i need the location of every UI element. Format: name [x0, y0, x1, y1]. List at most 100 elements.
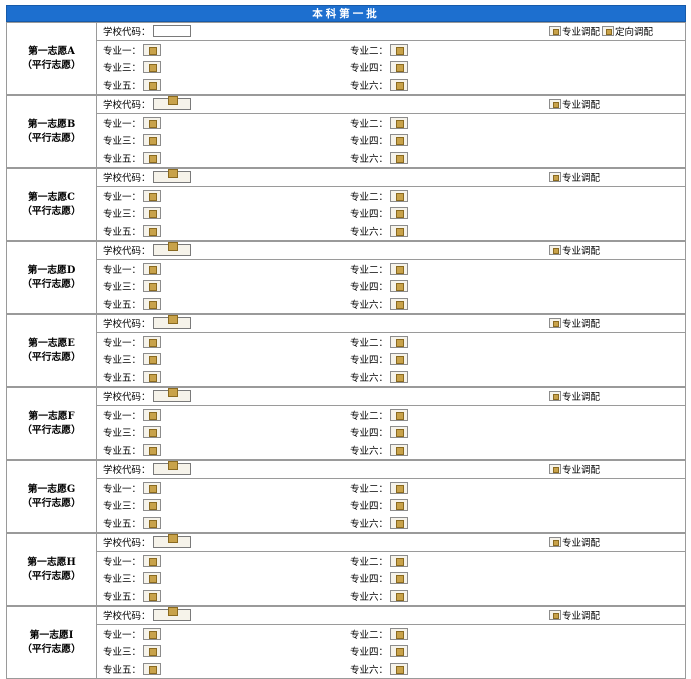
major-select-6[interactable]: [390, 298, 409, 311]
major-select-3[interactable]: [143, 572, 162, 585]
major-select-1[interactable]: [143, 335, 162, 348]
major-select-5[interactable]: [143, 444, 162, 457]
school-code-input[interactable]: [152, 242, 191, 257]
major-select-4[interactable]: [390, 499, 409, 512]
school-code-input[interactable]: [152, 388, 191, 403]
major-label: 专业三：: [103, 209, 142, 221]
school-code-input[interactable]: [152, 534, 191, 549]
volunteer-block: 第一志愿E （平行志愿） 学校代码： 专业调配 专业一： 专业二： 专业三： 专…: [6, 314, 686, 387]
major-select-2[interactable]: [390, 627, 409, 640]
major-select-6[interactable]: [390, 517, 409, 530]
major-adjust-checkbox[interactable]: [549, 537, 561, 548]
major-adjust-option[interactable]: 专业调配: [549, 170, 600, 184]
major-select-4[interactable]: [390, 572, 409, 585]
major-select-6[interactable]: [390, 444, 409, 457]
major-adjust-option[interactable]: 专业调配: [549, 243, 600, 257]
major-select-1[interactable]: [143, 554, 162, 567]
major-adjust-checkbox[interactable]: [549, 26, 561, 37]
major-select-6[interactable]: [390, 590, 409, 603]
major-select-6[interactable]: [390, 371, 409, 384]
major-select-2[interactable]: [390, 43, 409, 56]
major-select-3[interactable]: [143, 61, 162, 74]
major-select-4[interactable]: [390, 353, 409, 366]
major-adjust-option[interactable]: 专业调配: [549, 24, 600, 38]
adjust-options: 专业调配: [549, 535, 602, 549]
major-select-5[interactable]: [143, 371, 162, 384]
major-select-5[interactable]: [143, 152, 162, 165]
major-adjust-option[interactable]: 专业调配: [549, 462, 600, 476]
school-code-input[interactable]: [152, 25, 191, 38]
major-select-2[interactable]: [390, 554, 409, 567]
major-adjust-checkbox[interactable]: [549, 172, 561, 183]
major-select-6[interactable]: [390, 663, 409, 676]
adjust-options: 专业调配: [549, 462, 602, 476]
major-select-2[interactable]: [390, 262, 409, 275]
major-select-4[interactable]: [390, 61, 409, 74]
major-select-4[interactable]: [390, 645, 409, 658]
major-row: 专业五： 专业六：: [97, 660, 685, 678]
major-select-1[interactable]: [143, 116, 162, 129]
major-label: 专业四：: [350, 428, 389, 440]
major-adjust-checkbox[interactable]: [549, 245, 561, 256]
major-select-3[interactable]: [143, 499, 162, 512]
major-select-3[interactable]: [143, 134, 162, 147]
major-select-5[interactable]: [143, 663, 162, 676]
major-select-4[interactable]: [390, 134, 409, 147]
major-label: 专业一：: [103, 45, 142, 57]
major-select-5[interactable]: [143, 79, 162, 92]
major-row: 专业三： 专业四：: [97, 570, 685, 588]
major-select-4[interactable]: [390, 280, 409, 293]
major-select-4[interactable]: [390, 426, 409, 439]
major-select-2[interactable]: [390, 408, 409, 421]
major-select-1[interactable]: [143, 43, 162, 56]
major-label: 专业二：: [350, 118, 389, 130]
major-select-2[interactable]: [390, 335, 409, 348]
major-select-3[interactable]: [143, 645, 162, 658]
school-code-row: 学校代码： 专业调配 定向调配: [97, 23, 685, 41]
major-select-3[interactable]: [143, 280, 162, 293]
major-select-5[interactable]: [143, 225, 162, 238]
major-select-5[interactable]: [143, 590, 162, 603]
major-select-6[interactable]: [390, 152, 409, 165]
major-row: 专业五： 专业六：: [97, 441, 685, 459]
major-select-2[interactable]: [390, 116, 409, 129]
major-adjust-option[interactable]: 专业调配: [549, 97, 600, 111]
major-adjust-checkbox[interactable]: [549, 391, 561, 402]
major-select-4[interactable]: [390, 207, 409, 220]
major-select-5[interactable]: [143, 517, 162, 530]
volunteer-name: 第一志愿F: [28, 410, 75, 422]
major-adjust-option[interactable]: 专业调配: [549, 608, 600, 622]
major-select-6[interactable]: [390, 79, 409, 92]
major-adjust-option[interactable]: 专业调配: [549, 535, 600, 549]
volunteer-block: 第一志愿F （平行志愿） 学校代码： 专业调配 专业一： 专业二： 专业三： 专…: [6, 387, 686, 460]
major-select-6[interactable]: [390, 225, 409, 238]
major-adjust-checkbox[interactable]: [549, 318, 561, 329]
major-select-1[interactable]: [143, 627, 162, 640]
major-select-1[interactable]: [143, 262, 162, 275]
major-adjust-checkbox[interactable]: [549, 610, 561, 621]
major-row: 专业一： 专业二：: [97, 187, 685, 205]
directed-adjust-option[interactable]: 定向调配: [602, 24, 653, 38]
directed-adjust-checkbox[interactable]: [602, 26, 615, 37]
major-adjust-checkbox[interactable]: [549, 464, 561, 475]
school-code-row: 学校代码： 专业调配: [97, 534, 685, 552]
major-label: 专业一：: [103, 118, 142, 130]
major-select-5[interactable]: [143, 298, 162, 311]
major-select-2[interactable]: [390, 189, 409, 202]
major-select-3[interactable]: [143, 426, 162, 439]
school-code-input[interactable]: [152, 607, 191, 622]
major-adjust-checkbox[interactable]: [549, 99, 561, 110]
major-adjust-option[interactable]: 专业调配: [549, 316, 600, 330]
major-select-1[interactable]: [143, 189, 162, 202]
major-select-1[interactable]: [143, 481, 162, 494]
school-code-input[interactable]: [152, 169, 191, 184]
major-select-3[interactable]: [143, 207, 162, 220]
major-label: 专业四：: [350, 136, 389, 148]
major-adjust-option[interactable]: 专业调配: [549, 389, 600, 403]
major-select-1[interactable]: [143, 408, 162, 421]
major-select-2[interactable]: [390, 481, 409, 494]
school-code-input[interactable]: [152, 315, 191, 330]
school-code-input[interactable]: [152, 96, 191, 111]
school-code-input[interactable]: [152, 461, 191, 476]
major-select-3[interactable]: [143, 353, 162, 366]
